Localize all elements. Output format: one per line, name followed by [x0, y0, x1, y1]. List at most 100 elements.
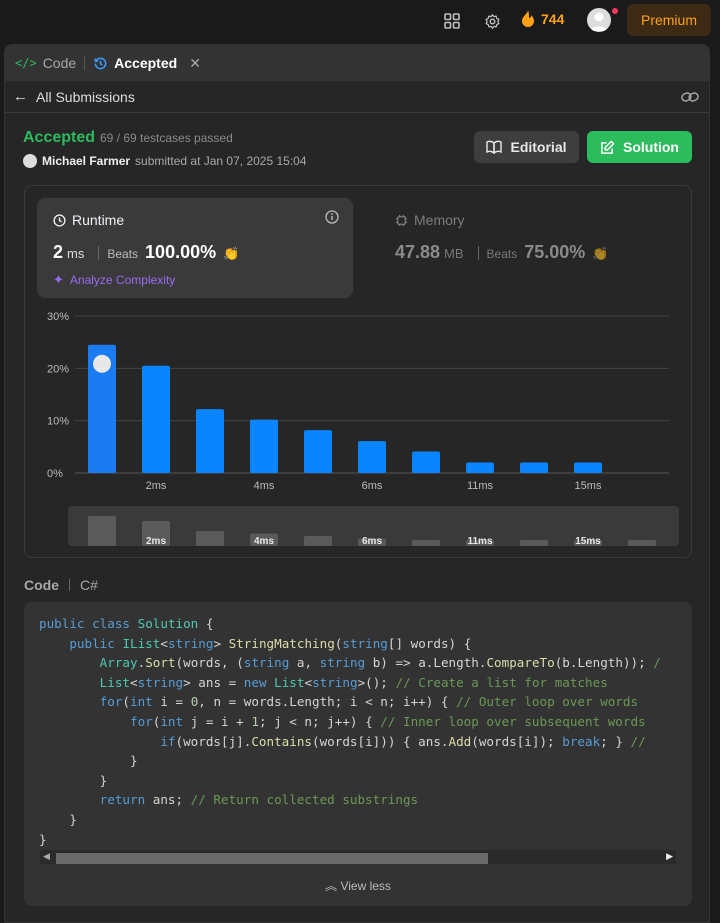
overview-bar	[412, 540, 440, 546]
runtime-card[interactable]: Runtime 2 ms Beats 100.00% 👏 ✦ Analyze C…	[37, 198, 353, 298]
analyze-complexity-link[interactable]: ✦ Analyze Complexity	[53, 272, 175, 288]
user-avatar-marker	[93, 354, 111, 373]
submissions-nav: ← All Submissions	[5, 81, 709, 113]
x-tick-label: 11ms	[467, 480, 494, 492]
runtime-beats-label: Beats	[107, 247, 139, 261]
chevrons-up-icon: ︽	[325, 879, 338, 893]
x-tick-label: 15ms	[575, 480, 602, 492]
chart-bar	[412, 451, 440, 473]
chart-bar	[142, 365, 170, 473]
overview-tick-label: 11ms	[467, 536, 492, 547]
clap-icon: 👏	[223, 246, 240, 261]
code-icon: </>	[15, 56, 37, 70]
overview-bar	[304, 535, 332, 546]
scroll-left-icon[interactable]: ◀	[43, 851, 50, 862]
overview-tick-label: 2ms	[146, 536, 166, 547]
premium-button[interactable]: Premium	[627, 4, 711, 36]
scrollbar-thumb[interactable]	[56, 853, 488, 864]
tab-accepted-label: Accepted	[114, 55, 178, 71]
view-less-button[interactable]: ︽ View less	[24, 877, 692, 894]
link-icon[interactable]	[681, 89, 699, 110]
chart-bar	[196, 409, 224, 473]
code-block[interactable]: public class Solution { public IList<str…	[24, 602, 692, 906]
submission-author: Michael Farmer submitted at Jan 07, 2025…	[23, 154, 307, 168]
tab-divider	[84, 56, 86, 70]
overview-tick-label: 6ms	[362, 536, 382, 547]
chart-bar	[520, 462, 548, 473]
runtime-beats-value: 100.00%	[145, 242, 217, 262]
edit-icon	[601, 140, 615, 154]
solution-label: Solution	[623, 139, 679, 155]
code-language: C#	[80, 577, 98, 593]
chart-bar	[466, 462, 494, 473]
runtime-distribution-chart: 30% 20% 10% 0% 2ms 4ms 6ms 11ms 15ms 2ms 4ms 6ms 11m…	[47, 311, 679, 547]
memory-card[interactable]: Memory 47.88 MB Beats 75.00% 👏	[379, 198, 679, 298]
horizontal-scrollbar[interactable]: ◀ ▶	[40, 850, 676, 864]
editorial-button[interactable]: Editorial	[474, 131, 579, 163]
avatar[interactable]	[587, 8, 611, 32]
tab-code-label: Code	[42, 55, 77, 71]
layout-icon[interactable]	[442, 11, 462, 31]
memory-beats-value: 75.00%	[524, 242, 586, 262]
submitted-time: submitted at Jan 07, 2025 15:04	[135, 154, 307, 168]
overview-bar	[88, 516, 116, 546]
analyze-label: Analyze Complexity	[69, 273, 176, 287]
runtime-value: 2	[53, 242, 64, 262]
top-bar: 744 Premium	[0, 0, 720, 42]
status-accepted: Accepted	[23, 129, 96, 146]
view-less-label: View less	[340, 879, 391, 893]
x-tick-label: 4ms	[254, 480, 275, 492]
overview-bar	[196, 531, 224, 546]
clock-icon	[53, 213, 66, 227]
notification-dot	[612, 8, 618, 14]
runtime-title-label: Runtime	[72, 212, 125, 228]
code-title: Code	[24, 577, 59, 593]
overview-tick-label: 4ms	[254, 536, 274, 547]
y-tick-label: 10%	[47, 416, 69, 428]
streak-count: 744	[541, 10, 565, 27]
author-name[interactable]: Michael Farmer	[42, 154, 130, 168]
memory-beats-label: Beats	[486, 247, 518, 261]
divider	[69, 579, 70, 591]
overview-bar	[520, 540, 548, 546]
x-tick-label: 2ms	[146, 480, 167, 492]
divider	[98, 245, 100, 260]
history-icon	[94, 57, 107, 69]
code-content[interactable]: public class Solution { public IList<str…	[39, 614, 661, 849]
memory-title: Memory	[395, 212, 465, 228]
runtime-title: Runtime	[53, 212, 124, 228]
streak-counter[interactable]: 744	[521, 10, 564, 27]
all-submissions-label: All Submissions	[36, 88, 135, 105]
y-tick-label: 30%	[47, 311, 69, 323]
submission-panel: </> Code Accepted ✕ ← All Submissions Ac…	[4, 44, 710, 923]
close-icon[interactable]: ✕	[189, 55, 201, 72]
chart-bar	[250, 419, 278, 473]
book-icon	[486, 140, 503, 154]
performance-box: Runtime 2 ms Beats 100.00% 👏 ✦ Analyze C…	[24, 185, 692, 558]
chart-bar	[358, 441, 386, 473]
arrow-left-icon: ←	[13, 88, 28, 105]
chart-bar	[304, 430, 332, 473]
chip-icon	[395, 214, 408, 226]
solution-button[interactable]: Solution	[587, 131, 692, 163]
tab-code[interactable]: </> Code	[15, 55, 76, 71]
all-submissions-link[interactable]: ← All Submissions	[13, 88, 135, 105]
overview-bar	[628, 540, 656, 546]
runtime-stats: 2 ms Beats 100.00% 👏	[53, 242, 239, 263]
clap-icon: 👏	[592, 246, 609, 261]
editorial-label: Editorial	[510, 139, 567, 155]
y-tick-label: 0%	[47, 468, 63, 480]
x-tick-label: 6ms	[362, 480, 383, 492]
tab-accepted[interactable]: Accepted ✕	[93, 55, 201, 72]
memory-stats: 47.88 MB Beats 75.00% 👏	[395, 242, 608, 263]
chart-bar	[574, 462, 602, 473]
author-avatar[interactable]	[23, 154, 37, 168]
gear-icon[interactable]	[482, 11, 502, 31]
code-header: Code C#	[24, 577, 98, 593]
fire-icon	[522, 10, 534, 27]
tab-bar: </> Code Accepted ✕	[5, 45, 709, 81]
info-icon[interactable]	[325, 210, 339, 229]
memory-unit: MB	[444, 246, 464, 261]
scroll-right-icon[interactable]: ▶	[666, 851, 673, 862]
runtime-unit: ms	[67, 246, 85, 261]
